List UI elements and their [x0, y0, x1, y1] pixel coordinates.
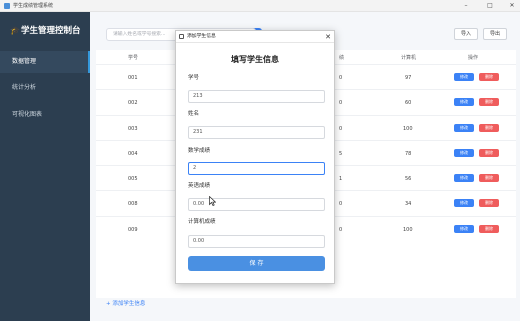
cell-partial: 0	[339, 100, 343, 106]
header-student-id: 学号	[128, 55, 139, 61]
cell-student-id: 004	[128, 151, 138, 157]
delete-button[interactable]: 删除	[479, 199, 499, 207]
delete-button[interactable]: 删除	[479, 149, 499, 157]
name-field[interactable]: 231	[188, 126, 325, 139]
sidebar-item-data-management[interactable]: 数据管理	[0, 51, 90, 73]
export-button[interactable]: 导出	[483, 28, 507, 40]
dialog-heading: 填写学生信息	[231, 55, 279, 64]
add-student-dialog: 添加学生信息 ✕ 填写学生信息 学号 213 姓名 231 数学成绩 2 英语成…	[175, 30, 335, 284]
import-button[interactable]: 导入	[454, 28, 478, 40]
delete-button[interactable]: 删除	[479, 174, 499, 182]
edit-button[interactable]: 修改	[454, 98, 474, 106]
window-close-button[interactable]: ✕	[507, 1, 517, 11]
window-titlebar: 学生成绩管理系统 – □ ✕	[0, 0, 520, 12]
cell-computer: 78	[405, 151, 412, 157]
window-title: 学生成绩管理系统	[13, 3, 54, 9]
dialog-titlebar: 添加学生信息 ✕	[176, 31, 334, 43]
header-computer: 计算机	[401, 55, 417, 61]
edit-button[interactable]: 修改	[454, 225, 474, 233]
name-label: 姓名	[188, 111, 200, 117]
cell-partial: 5	[339, 151, 343, 157]
sidebar-item-charts[interactable]: 可视化图表	[0, 104, 90, 126]
student-id-field[interactable]: 213	[188, 90, 325, 103]
delete-button[interactable]: 删除	[479, 124, 499, 132]
cell-student-id: 009	[128, 227, 138, 233]
sidebar-item-statistics[interactable]: 统计分析	[0, 77, 90, 99]
mouse-cursor-icon	[209, 196, 216, 206]
student-id-label: 学号	[188, 75, 200, 81]
cell-student-id: 008	[128, 201, 138, 207]
header-partial: 绩	[339, 55, 345, 61]
maximize-button[interactable]: □	[485, 1, 495, 11]
edit-button[interactable]: 修改	[454, 124, 474, 132]
add-student-link[interactable]: + 添加学生信息	[106, 300, 145, 308]
brand-title: 学生管理控制台	[21, 26, 81, 36]
app-icon	[4, 3, 10, 9]
cell-partial: 0	[339, 126, 343, 132]
graduation-cap-icon: 🎓	[10, 26, 20, 35]
edit-button[interactable]: 修改	[454, 174, 474, 182]
cell-computer: 34	[405, 201, 412, 207]
save-button[interactable]: 保 存	[188, 256, 325, 271]
delete-button[interactable]: 删除	[479, 73, 499, 81]
edit-button[interactable]: 修改	[454, 149, 474, 157]
header-actions: 操作	[468, 55, 479, 61]
edit-button[interactable]: 修改	[454, 199, 474, 207]
minimize-button[interactable]: –	[461, 1, 471, 11]
cell-student-id: 003	[128, 126, 138, 132]
cell-partial: 0	[339, 227, 343, 233]
edit-button[interactable]: 修改	[454, 73, 474, 81]
dialog-title: 添加学生信息	[187, 34, 216, 39]
cell-computer: 56	[405, 176, 412, 182]
english-score-label: 英语成绩	[188, 183, 211, 189]
cell-computer: 100	[403, 227, 413, 233]
cell-computer: 97	[405, 75, 412, 81]
window-icon	[179, 34, 184, 39]
sidebar: 🎓 学生管理控制台 数据管理 统计分析 可视化图表	[0, 12, 90, 321]
cell-student-id: 005	[128, 176, 138, 182]
computer-score-field[interactable]: 0.00	[188, 235, 325, 248]
brand: 🎓 学生管理控制台	[0, 24, 90, 38]
delete-button[interactable]: 删除	[479, 98, 499, 106]
cell-partial: 0	[339, 201, 343, 207]
cell-student-id: 002	[128, 100, 138, 106]
math-score-field[interactable]: 2	[188, 162, 325, 175]
math-score-label: 数学成绩	[188, 148, 211, 154]
delete-button[interactable]: 删除	[479, 225, 499, 233]
dialog-close-button[interactable]: ✕	[325, 32, 331, 42]
cell-student-id: 001	[128, 75, 138, 81]
cell-computer: 60	[405, 100, 412, 106]
computer-score-label: 计算机成绩	[188, 219, 216, 225]
cell-partial: 0	[339, 75, 343, 81]
cell-computer: 100	[403, 126, 413, 132]
cell-partial: 1	[339, 176, 343, 182]
